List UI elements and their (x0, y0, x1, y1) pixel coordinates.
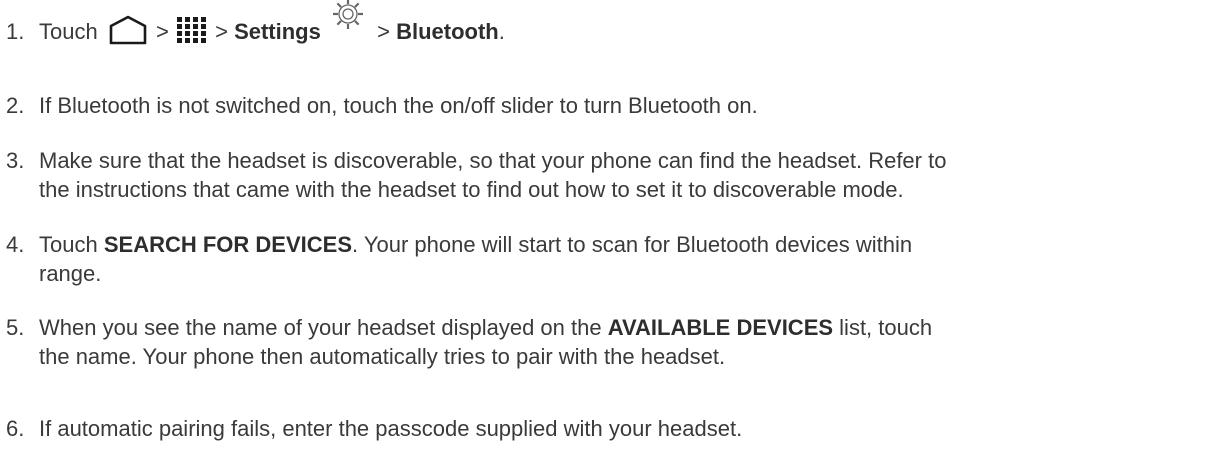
separator: > (155, 19, 169, 44)
step-text: Make sure that the headset is discoverab… (39, 146, 1210, 204)
apps-grid-icon (176, 17, 206, 44)
available-devices-label: AVAILABLE DEVICES (607, 315, 834, 340)
separator: > (215, 19, 228, 44)
step-text-line-2: the name. Your phone then automatically … (39, 344, 726, 369)
step-text: Touch > > Settings > Bluetooth. (39, 0, 1210, 46)
home-icon (109, 15, 147, 45)
step-text-line-1: Touch SEARCH FOR DEVICES. Your phone wil… (39, 230, 1210, 259)
step-text-line-2: the instructions that came with the head… (39, 177, 904, 202)
step-6: 6. If automatic pairing fails, enter the… (6, 414, 1210, 443)
step-text: If automatic pairing fails, enter the pa… (39, 416, 743, 441)
step-2: 2. If Bluetooth is not switched on, touc… (6, 91, 1210, 120)
step-text: When you see the name of your headset di… (39, 313, 1210, 371)
step-4: 4. Touch SEARCH FOR DEVICES. Your phone … (6, 230, 1210, 288)
settings-label: Settings (234, 19, 321, 44)
search-for-devices-label: SEARCH FOR DEVICES (103, 232, 352, 257)
step-text-line-2: range. (39, 261, 102, 286)
step-number: 6. (6, 416, 25, 441)
step-number: 1. (6, 19, 25, 44)
step-number: 4. (6, 232, 25, 257)
step-text-line-1: When you see the name of your headset di… (39, 313, 1210, 342)
step-number: 5. (6, 315, 25, 340)
settings-gear-icon (332, 0, 363, 29)
step-3: 3. Make sure that the headset is discove… (6, 146, 1210, 204)
step-1: 1. Touch > > Settings > Bluetooth. (6, 0, 1210, 46)
step-text-start: When you see the name of your headset di… (39, 315, 602, 340)
step-text: Touch SEARCH FOR DEVICES. Your phone wil… (39, 230, 1210, 288)
step-number: 3. (6, 148, 25, 173)
period: . (498, 19, 505, 44)
step-5: 5. When you see the name of your headset… (6, 313, 1210, 371)
step-text-touch: Touch (39, 19, 98, 44)
separator: > (377, 19, 390, 44)
step-text-line-1: Make sure that the headset is discoverab… (39, 148, 947, 173)
step-number: 2. (6, 93, 25, 118)
step-text-rest: . Your phone will start to scan for Blue… (352, 232, 913, 257)
step-text: If Bluetooth is not switched on, touch t… (39, 93, 758, 118)
bluetooth-label: Bluetooth (396, 19, 499, 44)
step-text-touch: Touch (39, 232, 98, 257)
step-text-rest: list, touch (839, 315, 933, 340)
